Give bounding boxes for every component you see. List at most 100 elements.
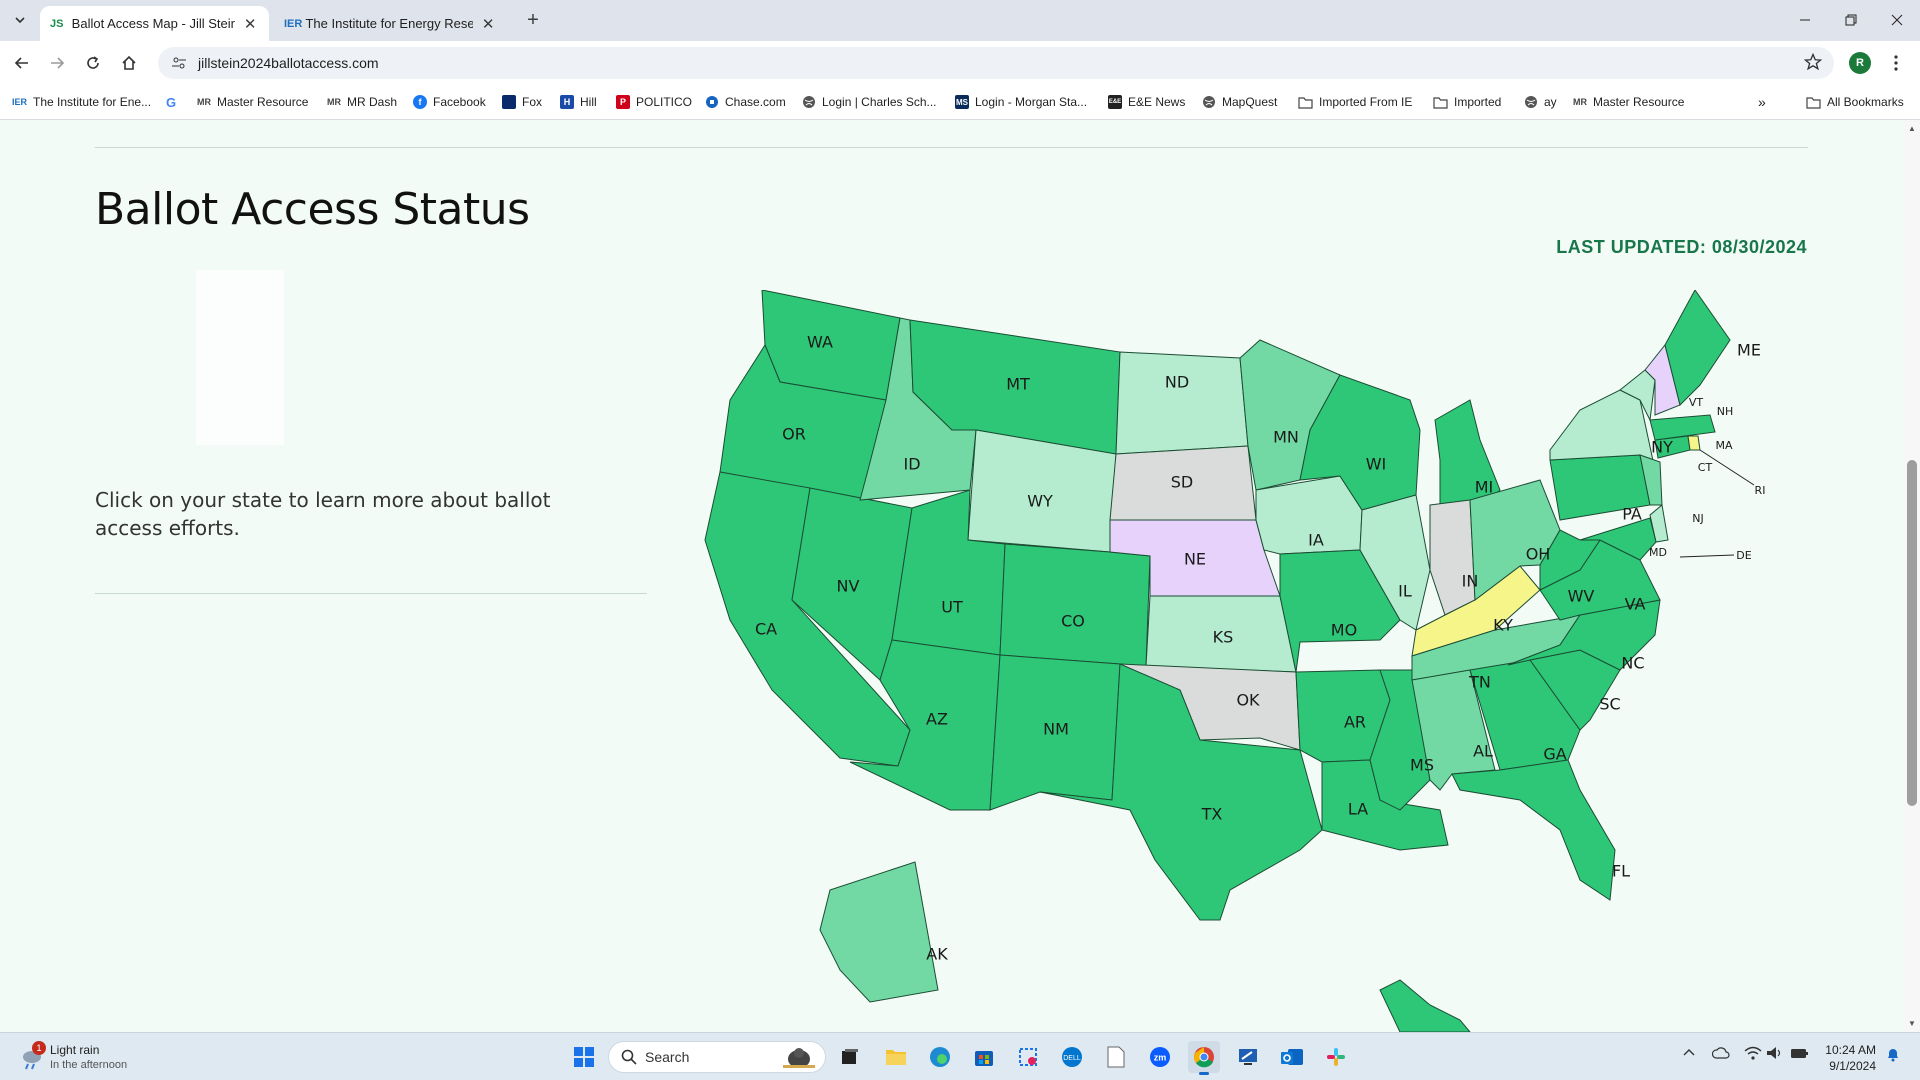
state-label-ri: RI xyxy=(1755,484,1766,497)
state-shape-ri[interactable] xyxy=(1687,435,1701,451)
state-label-in: IN xyxy=(1462,572,1479,591)
battery-icon[interactable] xyxy=(1790,1046,1810,1060)
bookmark-master-resource-2[interactable]: MR Master Resource xyxy=(1573,92,1684,112)
wifi-icon[interactable] xyxy=(1744,1046,1762,1060)
close-window-icon[interactable] xyxy=(1874,6,1920,34)
bookmark-hill[interactable]: H Hill xyxy=(560,92,597,112)
back-arrow-icon[interactable] xyxy=(8,49,36,77)
bookmark-master-resource[interactable]: MR Master Resource xyxy=(197,92,308,112)
task-view-icon[interactable] xyxy=(834,1041,866,1073)
scroll-up-arrow-icon[interactable]: ▲ xyxy=(1908,124,1916,133)
state-label-mn: MN xyxy=(1273,428,1299,447)
last-updated-label: LAST UPDATED: 08/30/2024 xyxy=(1556,237,1807,257)
remote-desktop-icon[interactable] xyxy=(1232,1041,1264,1073)
browser-toolbar: jillstein2024ballotaccess.com R xyxy=(0,41,1920,84)
microsoft-store-icon[interactable] xyxy=(968,1041,1000,1073)
bookmark-label: Fox xyxy=(522,95,543,109)
chrome-browser-icon[interactable] xyxy=(1188,1041,1220,1075)
bookmark-label: Imported xyxy=(1454,95,1502,109)
state-shape-ak[interactable] xyxy=(819,861,939,1003)
restore-icon[interactable] xyxy=(1828,6,1874,34)
bookmark-fox[interactable]: Fox xyxy=(502,92,542,112)
bookmark-facebook[interactable]: f Facebook xyxy=(413,92,486,112)
bookmark-label: MR Dash xyxy=(347,95,398,109)
close-tab-icon[interactable]: ✕ xyxy=(479,15,497,33)
more-bookmarks-chevron-icon[interactable]: » xyxy=(1758,92,1766,112)
state-shape-in[interactable] xyxy=(1429,499,1476,616)
tab-institute-energy-research[interactable]: IER The Institute for Energy Research ✕ xyxy=(274,6,507,41)
bookmark-politico[interactable]: P POLITICO xyxy=(616,92,692,112)
forward-arrow-icon[interactable] xyxy=(43,49,71,77)
page-scrollbar[interactable]: ▲ ▼ xyxy=(1904,120,1920,1032)
search-icon xyxy=(621,1049,637,1065)
bookmark-label: Facebook xyxy=(433,95,486,109)
edge-browser-icon[interactable] xyxy=(924,1041,956,1073)
state-label-ct: CT xyxy=(1698,461,1713,474)
state-label-ca: CA xyxy=(755,620,777,639)
bookmark-folder-imported-from-ie[interactable]: Imported From IE xyxy=(1298,92,1412,112)
bookmark-star-icon[interactable] xyxy=(1804,53,1822,71)
site-info-icon[interactable] xyxy=(164,56,194,70)
scroll-down-arrow-icon[interactable]: ▼ xyxy=(1908,1019,1916,1028)
slack-icon[interactable] xyxy=(1320,1041,1352,1073)
show-hidden-icons-chevron-icon[interactable] xyxy=(1682,1046,1696,1058)
state-label-fl: FL xyxy=(1612,862,1630,881)
intro-divider xyxy=(95,593,647,594)
onedrive-cloud-icon[interactable] xyxy=(1712,1047,1730,1059)
tab-search-chevron-icon[interactable] xyxy=(8,8,32,32)
state-shape-fl[interactable] xyxy=(1451,759,1616,901)
state-label-sc: SC xyxy=(1599,695,1620,714)
bookmark-ier[interactable]: IER The Institute for Ene... xyxy=(12,92,151,112)
volume-icon[interactable] xyxy=(1766,1046,1784,1060)
bookmark-mapquest[interactable]: MapQuest xyxy=(1202,92,1277,112)
state-label-ok: OK xyxy=(1236,691,1260,710)
new-tab-button[interactable]: + xyxy=(520,8,546,34)
snipping-tool-icon[interactable] xyxy=(1012,1041,1044,1073)
tab-favicon: IER xyxy=(284,17,303,30)
chase-icon xyxy=(705,95,719,109)
home-icon[interactable] xyxy=(115,49,143,77)
dell-icon[interactable]: DELL xyxy=(1056,1041,1088,1073)
state-shape-co[interactable] xyxy=(999,543,1151,667)
notepad-file-icon[interactable] xyxy=(1100,1041,1132,1073)
reload-icon[interactable] xyxy=(79,49,107,77)
state-label-id: ID xyxy=(903,455,920,474)
tab-ballot-access-map[interactable]: JS Ballot Access Map - Jill Stein 2024 ✕ xyxy=(40,6,269,41)
all-bookmarks-button[interactable]: All Bookmarks xyxy=(1806,92,1904,112)
notification-bell-icon[interactable] xyxy=(1886,1046,1900,1062)
weather-widget[interactable]: 1 Light rain In the afternoon xyxy=(20,1041,180,1075)
bookmark-mr-dash[interactable]: MR MR Dash xyxy=(327,92,397,112)
state-shape-hi[interactable] xyxy=(1379,979,1471,1032)
scrollbar-thumb[interactable] xyxy=(1907,460,1917,806)
bookmark-chase[interactable]: Chase.com xyxy=(705,92,786,112)
state-label-va: VA xyxy=(1625,595,1646,614)
close-tab-icon[interactable]: ✕ xyxy=(241,15,259,33)
bookmark-google[interactable]: G xyxy=(166,92,182,112)
de-leader-line xyxy=(1679,554,1735,558)
minimize-icon[interactable] xyxy=(1782,6,1828,34)
bookmark-ee-news[interactable]: E&E E&E News xyxy=(1108,92,1185,112)
browser-menu-icon[interactable] xyxy=(1886,51,1906,75)
weather-badge: 1 xyxy=(32,1041,46,1055)
outlook-icon[interactable] xyxy=(1276,1041,1308,1073)
profile-avatar[interactable]: R xyxy=(1849,52,1871,74)
state-shape-ma[interactable] xyxy=(1649,414,1716,441)
bookmark-charles-schwab[interactable]: Login | Charles Sch... xyxy=(802,92,937,112)
state-label-ma: MA xyxy=(1715,439,1732,452)
bookmark-ay[interactable]: ay xyxy=(1524,92,1557,112)
state-shape-nd[interactable] xyxy=(1115,351,1249,455)
state-label-nd: ND xyxy=(1165,373,1189,392)
state-label-nh: NH xyxy=(1717,405,1734,418)
bookmark-folder-imported[interactable]: Imported xyxy=(1433,92,1501,112)
file-explorer-icon[interactable] xyxy=(880,1041,912,1073)
taskbar-search-box[interactable]: Search xyxy=(608,1041,826,1073)
bookmark-label: Imported From IE xyxy=(1319,95,1413,109)
globe-icon xyxy=(1524,95,1538,109)
zoom-app-icon[interactable]: zm xyxy=(1144,1041,1176,1073)
bookmark-label: All Bookmarks xyxy=(1827,95,1904,109)
bookmark-morgan-stanley[interactable]: MS Login - Morgan Sta... xyxy=(955,92,1087,112)
windows-start-icon[interactable] xyxy=(568,1041,600,1073)
address-bar[interactable]: jillstein2024ballotaccess.com xyxy=(158,47,1834,79)
system-clock[interactable]: 10:24 AM 9/1/2024 xyxy=(1820,1042,1876,1074)
state-label-nm: NM xyxy=(1043,720,1069,739)
